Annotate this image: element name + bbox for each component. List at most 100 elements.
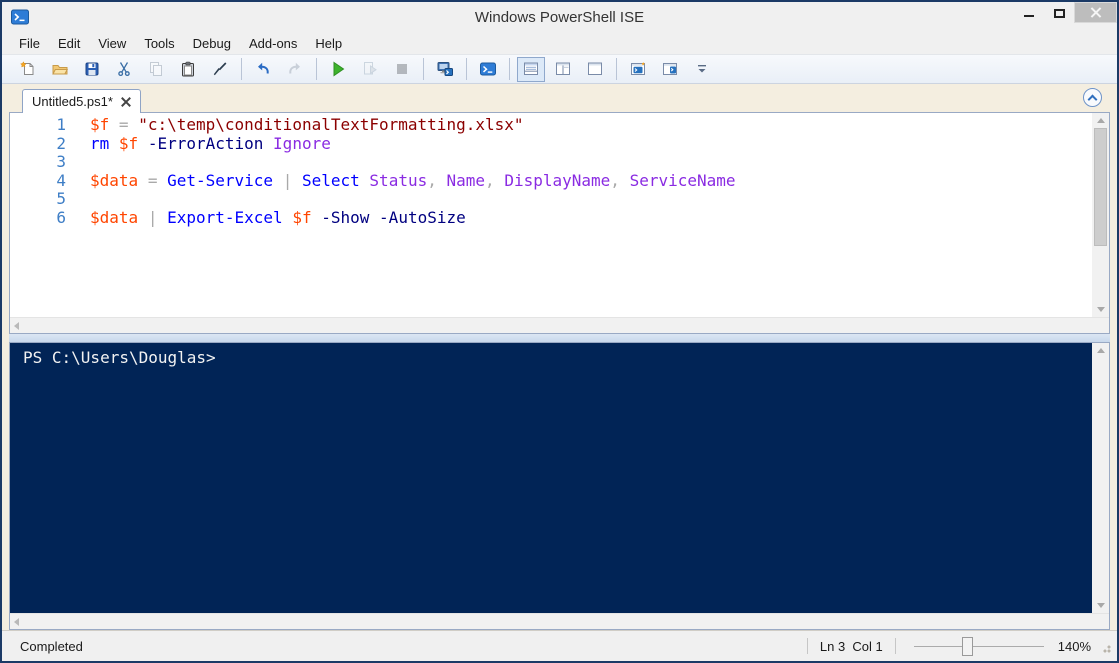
paste-button[interactable] [174, 57, 202, 82]
tab-row: Untitled5.ps1* [9, 84, 1110, 113]
editor-body: 1 $f = "c:\temp\conditionalTextFormatting… [10, 113, 1109, 317]
line-number: 4 [56, 170, 66, 190]
editor-vertical-scrollbar[interactable] [1092, 113, 1109, 317]
script-pane-top-icon [523, 61, 539, 77]
menu-help[interactable]: Help [306, 34, 351, 53]
chevron-up-icon [1087, 94, 1098, 104]
undo-button[interactable] [249, 57, 277, 82]
close-icon [1090, 7, 1101, 18]
toolbar-separator [316, 58, 317, 80]
script-pane-maximized-icon [587, 61, 603, 77]
code-line[interactable]: 1 $f = "c:\temp\conditionalTextFormatting… [10, 115, 1092, 135]
resize-grip-icon[interactable] [1101, 642, 1111, 653]
code-line[interactable]: 4 $data = Get-Service | Select Status, Na… [10, 170, 1092, 191]
copy-button [142, 57, 170, 82]
status-text: Completed [20, 638, 83, 654]
code-line[interactable]: 2 rm $f -ErrorAction Ignore [10, 134, 1092, 154]
scroll-left-icon[interactable] [14, 617, 19, 626]
redo-button [281, 57, 309, 82]
script-pane-top-button[interactable] [517, 56, 545, 82]
scroll-down-icon[interactable] [1096, 603, 1105, 608]
code-text: $data = Get-Service | Select Status, Nam… [90, 170, 736, 190]
start-powershell-icon [480, 61, 496, 77]
save-button[interactable] [78, 57, 106, 82]
scroll-up-icon[interactable] [1096, 348, 1105, 353]
scroll-down-icon[interactable] [1096, 307, 1105, 312]
menu-edit[interactable]: Edit [49, 34, 89, 53]
editor-horizontal-scrollbar[interactable] [10, 317, 1109, 333]
script-pane-right-icon [555, 61, 571, 77]
menu-view[interactable]: View [89, 34, 135, 53]
console-output[interactable]: PS C:\Users\Douglas> [10, 343, 1092, 613]
toolbar-separator [509, 58, 510, 80]
code-line[interactable]: 3 [10, 152, 1092, 172]
code-line[interactable]: 5 [10, 189, 1092, 209]
status-bar: Completed Ln 3 Col 1 140% [2, 630, 1117, 661]
tab-untitled5[interactable]: Untitled5.ps1* [22, 89, 141, 113]
line-number: 6 [56, 207, 66, 227]
minimize-icon [1024, 14, 1034, 17]
stop-operation-icon [394, 61, 410, 77]
zoom-slider[interactable] [913, 636, 1044, 656]
menu-addons[interactable]: Add-ons [240, 34, 306, 53]
console-body: PS C:\Users\Douglas> [10, 343, 1109, 613]
powershell-ise-window: Windows PowerShell ISE File Edit View Tools… [0, 0, 1119, 663]
redo-icon [287, 61, 303, 77]
new-script-button[interactable] [14, 57, 42, 82]
menu-bar: File Edit View Tools Debug Add-ons Help [2, 32, 1117, 54]
minimize-button[interactable] [1014, 2, 1044, 23]
console-vertical-scrollbar[interactable] [1092, 343, 1109, 613]
zoom-level: 140% [1057, 638, 1091, 654]
run-selection-button [356, 57, 384, 82]
save-icon [84, 61, 100, 77]
copy-icon [148, 61, 164, 77]
line-number: 3 [56, 152, 66, 171]
editor-scrollbar-thumb[interactable] [1094, 128, 1107, 246]
collapse-script-pane-button[interactable] [1083, 88, 1102, 107]
powershell-icon [11, 9, 29, 25]
statusbar-separator [894, 638, 896, 654]
open-script-icon [52, 61, 68, 77]
maximize-button[interactable] [1044, 2, 1074, 23]
tab-close-icon[interactable] [121, 97, 131, 107]
clear-console-button[interactable] [206, 57, 234, 82]
line-col-indicator: Ln 3 Col 1 [819, 638, 883, 654]
script-pane-maximized-button[interactable] [581, 57, 609, 82]
cut-button[interactable] [110, 57, 138, 82]
scroll-up-icon[interactable] [1096, 118, 1105, 123]
toolbar-separator [466, 58, 467, 80]
toolbar [2, 54, 1117, 84]
zoom-slider-thumb[interactable] [961, 636, 973, 656]
run-script-button[interactable] [324, 57, 352, 82]
show-command-window-button[interactable] [624, 57, 652, 82]
new-remote-powershell-tab-button[interactable] [431, 57, 459, 82]
toolbar-overflow-button[interactable] [688, 57, 716, 82]
open-script-button[interactable] [46, 57, 74, 82]
menu-tools[interactable]: Tools [135, 34, 183, 53]
toolbar-overflow-icon [694, 61, 710, 77]
paste-icon [180, 61, 196, 77]
menu-file[interactable]: File [10, 34, 49, 53]
new-script-icon [20, 61, 36, 77]
code-line[interactable]: 6 $data | Export-Excel $f -Show -AutoSize [10, 207, 1092, 228]
show-command-addon-button[interactable] [656, 57, 684, 82]
close-button[interactable] [1074, 2, 1117, 23]
script-editor-pane[interactable]: 1 $f = "c:\temp\conditionalTextFormatting… [9, 112, 1110, 334]
editor-lines[interactable]: 1 $f = "c:\temp\conditionalTextFormatting… [10, 113, 1092, 317]
statusbar-separator [806, 638, 808, 654]
code-text: $f = "c:\temp\conditionalTextFormatting.… [90, 115, 524, 134]
scroll-left-icon[interactable] [14, 321, 19, 330]
new-remote-powershell-tab-icon [437, 61, 453, 77]
console-prompt: PS C:\Users\Douglas> [23, 348, 216, 367]
script-pane-right-button[interactable] [549, 57, 577, 82]
line-number: 5 [56, 189, 66, 208]
run-script-icon [330, 61, 346, 77]
title-bar: Windows PowerShell ISE [2, 2, 1117, 32]
console-horizontal-scrollbar[interactable] [10, 613, 1109, 629]
start-powershell-button[interactable] [474, 57, 502, 82]
pane-splitter[interactable] [9, 334, 1110, 342]
show-command-window-icon [630, 61, 646, 77]
menu-debug[interactable]: Debug [184, 34, 240, 53]
